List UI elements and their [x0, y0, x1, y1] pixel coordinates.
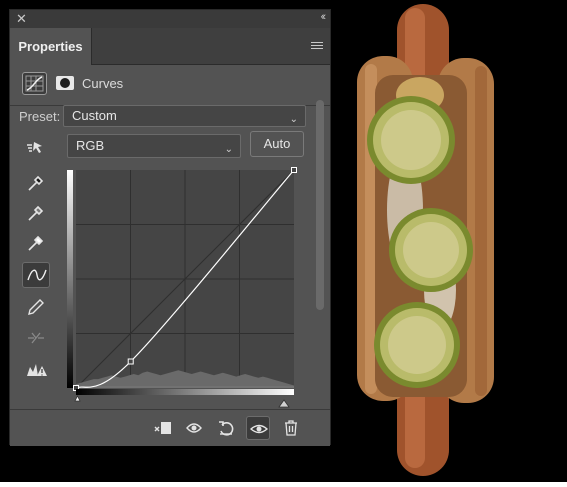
panel-topbar: ✕ ‹‹ [10, 10, 330, 28]
trash-icon[interactable] [279, 416, 303, 440]
preset-value: Custom [72, 108, 117, 123]
tab-properties[interactable]: Properties [10, 28, 92, 65]
chevron-down-icon: ⌄ [289, 114, 298, 125]
curves-adjustment-icon[interactable] [22, 72, 47, 95]
properties-panel: ✕ ‹‹ Properties Curves Preset: Custom ⌄ … [9, 9, 331, 446]
curve-control-point [291, 167, 297, 173]
eyedropper-gray-icon[interactable] [22, 200, 50, 226]
double-chevron-icon[interactable]: ‹‹ [321, 11, 327, 23]
panel-menu-icon[interactable] [311, 42, 323, 51]
white-point-slider [278, 399, 290, 408]
bottom-toolbar [10, 409, 330, 446]
curve-control-point [127, 358, 134, 365]
clip-to-layer-icon[interactable] [151, 416, 175, 440]
visibility-eye-icon[interactable] [246, 416, 270, 440]
reset-icon[interactable] [214, 416, 238, 440]
auto-button[interactable]: Auto [250, 131, 304, 157]
close-icon[interactable]: ✕ [16, 11, 27, 27]
preset-dropdown[interactable]: Custom ⌄ [63, 105, 306, 127]
input-gradient [76, 389, 294, 395]
panel-tabbar: Properties [10, 28, 330, 65]
smooth-curve-icon[interactable] [22, 324, 50, 350]
preset-label: Preset: [19, 109, 61, 124]
chevron-down-icon: ⌄ [224, 144, 233, 155]
adjustment-header: Curves [10, 66, 330, 104]
channel-value: RGB [76, 138, 105, 153]
black-point-slider [74, 395, 81, 402]
hotdog-photo [345, 0, 567, 482]
eyedropper-black-icon[interactable] [22, 170, 50, 196]
channel-dropdown[interactable]: RGB ⌄ [67, 134, 241, 158]
curve-points-icon[interactable] [22, 262, 50, 288]
curves-graph[interactable] [67, 167, 305, 409]
eyedropper-white-icon[interactable] [22, 230, 50, 256]
on-image-adjust-icon[interactable] [22, 134, 50, 160]
scrollbar-thumb[interactable] [316, 100, 324, 310]
view-previous-icon[interactable] [182, 416, 206, 440]
pencil-draw-icon[interactable] [22, 294, 50, 320]
clipping-warning-icon[interactable] [22, 356, 50, 382]
adjustment-title: Curves [82, 76, 124, 91]
layer-mask-icon[interactable] [56, 76, 74, 90]
